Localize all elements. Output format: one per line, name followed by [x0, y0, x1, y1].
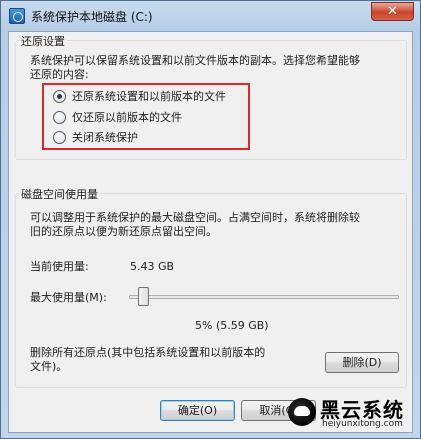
max-usage-slider-thumb[interactable] [137, 287, 149, 306]
current-usage-value: 5.43 GB [130, 260, 175, 273]
radio-turn-off-protection[interactable]: 关闭系统保护 [53, 129, 138, 145]
max-usage-label: 最大使用量(M): [30, 291, 107, 304]
cloud-logo-icon [288, 398, 316, 426]
radio-label: 仅还原以前版本的文件 [72, 111, 182, 124]
max-usage-value: 5% (5.59 GB) [195, 319, 269, 332]
close-button[interactable]: ✕ [371, 2, 414, 21]
radio-button-selected[interactable] [53, 89, 66, 103]
disk-usage-description-line2: 旧的还原点以便为新还原点留出空间。 [30, 225, 217, 238]
current-usage-label: 当前使用量: [30, 260, 89, 273]
delete-button[interactable]: 删除(D) [325, 352, 399, 373]
ok-button[interactable]: 确定(O) [160, 400, 235, 421]
dialog-body: 还原设置 系统保护可以保留系统设置和以前文件版本的副本。选择您希望能够 还原的内… [8, 31, 413, 433]
watermark: 黑云系统 heiyunxitong.com [288, 396, 412, 432]
radio-button[interactable] [53, 130, 66, 144]
title-bar[interactable]: 系统保护本地磁盘 (C:) ✕ [1, 1, 420, 31]
dialog-window: 系统保护本地磁盘 (C:) ✕ 还原设置 系统保护可以保留系统设置和以前文件版本… [0, 0, 421, 439]
restore-settings-title: 还原设置 [19, 33, 67, 49]
disk-usage-title: 磁盘空间使用量 [19, 186, 100, 202]
max-usage-slider-track[interactable] [129, 295, 399, 299]
system-protection-icon [9, 8, 25, 24]
window-title: 系统保护本地磁盘 (C:) [31, 10, 153, 24]
radio-button[interactable] [53, 110, 66, 124]
radio-restore-settings-and-files[interactable]: 还原系统设置和以前版本的文件 [53, 88, 226, 104]
watermark-url: heiyunxitong.com [322, 419, 403, 429]
delete-description-line2: 文件)。 [30, 360, 68, 373]
radio-restore-files-only[interactable]: 仅还原以前版本的文件 [53, 109, 182, 125]
radio-label: 还原系统设置和以前版本的文件 [72, 90, 226, 103]
restore-description-line2: 还原的内容: [30, 68, 89, 81]
radio-label: 关闭系统保护 [72, 131, 138, 144]
